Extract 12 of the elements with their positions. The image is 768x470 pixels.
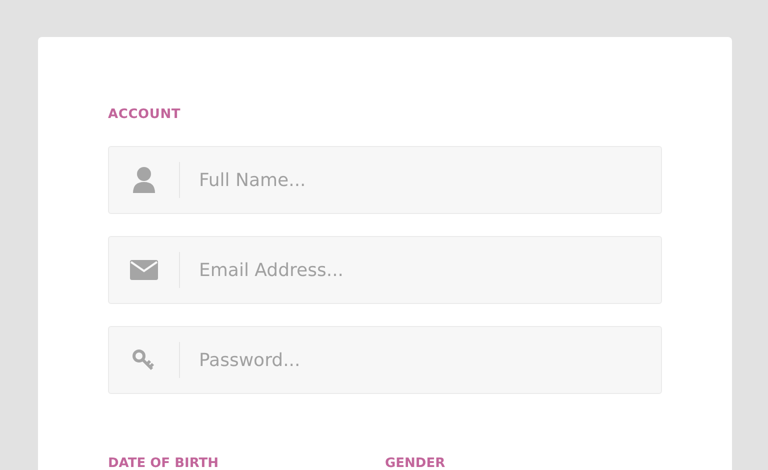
envelope-icon [130,260,158,280]
input-field[interactable]: Email Address... [108,236,662,304]
text-input[interactable]: Full Name... [180,168,661,192]
section-title: DATE OF BIRTH [108,456,220,470]
section-title: ACCOUNT [108,107,182,122]
input-field[interactable]: Full Name... [108,146,662,214]
text-input[interactable]: Password... [180,348,661,372]
user-icon [132,166,156,194]
section-title: GENDER [385,456,446,470]
key-icon [132,349,156,371]
input-field[interactable]: Password... [108,326,662,394]
text-input[interactable]: Email Address... [180,258,661,282]
